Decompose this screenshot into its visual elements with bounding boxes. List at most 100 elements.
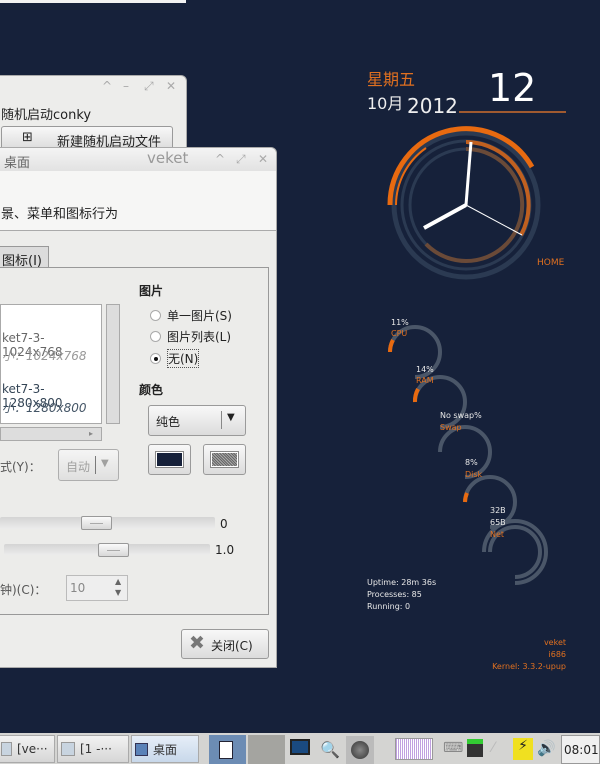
close-icon[interactable]: ✕ (166, 79, 176, 93)
color-mode-select[interactable]: 纯色 ▼ (148, 405, 246, 436)
radio-label: 无(N) (167, 349, 200, 368)
kernel: Kernel: 3.3.2-upup (492, 662, 566, 671)
list-item-size: 小：1024x768 (2, 349, 87, 363)
ram-label: RAM (416, 376, 434, 385)
close-x-icon: ✖ (189, 632, 205, 654)
slider-1-value: 0 (220, 517, 228, 531)
net-up: 32B (490, 506, 506, 515)
swap-value: No swap% (440, 411, 482, 420)
scroll-right-icon[interactable]: ▸ (89, 429, 93, 438)
ram-value: 14% (416, 365, 434, 374)
interval-label: 钟)(C)： (0, 583, 47, 597)
radio-list[interactable]: 图片列表(L) (150, 328, 231, 345)
folder-icon (61, 742, 75, 756)
cpu-graph-icon[interactable] (395, 738, 433, 760)
interval-value: 10 (70, 581, 86, 595)
desktop-settings-window: 桌面 veket ^ ⤢ ✕ 景、菜单和图标行为 图标(I) ket7-3-10… (0, 147, 277, 668)
uptime: Uptime: 28m 36s (367, 578, 437, 587)
hour-hand (423, 203, 467, 230)
clock-rings (387, 126, 541, 280)
chevron-down-icon: ▼ (227, 412, 235, 423)
scroll-thumb[interactable] (108, 337, 118, 379)
primary-color-button[interactable] (148, 444, 191, 475)
close-icon[interactable]: ✕ (258, 152, 268, 166)
net-label: Net (490, 530, 505, 539)
home-label: HOME (537, 258, 565, 268)
radio-label: 单一图片(S) (167, 309, 232, 323)
shade-icon[interactable]: ^ (102, 79, 112, 93)
task-button[interactable]: [ve··· (0, 735, 55, 763)
radio-icon (150, 310, 161, 321)
slider-2-value: 1.0 (215, 543, 235, 557)
wallpaper-list[interactable]: ket7-3-1024x768 小：1024x768 ket7-3-1280x8… (0, 304, 102, 424)
tab-panel: ket7-3-1024x768 小：1024x768 ket7-3-1280x8… (0, 267, 269, 615)
network-icon[interactable]: ⁄ (492, 740, 494, 756)
minute-hand (464, 141, 473, 206)
task-label: [1 -··· (80, 742, 112, 756)
camera-icon[interactable] (346, 736, 374, 764)
year: 2012 (407, 94, 458, 118)
clock[interactable]: 08:01 (561, 735, 600, 764)
arc-minutes (424, 146, 525, 263)
power-icon[interactable]: ⚡ (513, 738, 533, 760)
picture-label: 图片 (139, 284, 164, 298)
slider-handle[interactable] (81, 516, 112, 530)
task-label: 桌面 (153, 742, 178, 757)
radio-icon (150, 331, 161, 342)
list-item-size: 小：1280x800 (2, 401, 87, 415)
memory-chip-icon[interactable] (467, 739, 483, 757)
interval-spinner[interactable]: 10 ▲ ▼ (66, 575, 128, 601)
month: 10月 (367, 94, 404, 113)
maximize-icon[interactable]: ⤢ (144, 79, 154, 94)
task-button-active[interactable]: 桌面 (131, 735, 199, 763)
disk-label: Disk (465, 470, 483, 479)
color-swatch (210, 451, 239, 468)
list-hscrollbar[interactable]: ▸ (0, 427, 102, 441)
close-button[interactable]: ✖ 关闭(C) (181, 629, 269, 659)
style-label: 式(Y)： (0, 460, 41, 474)
folder-icon (1, 742, 12, 756)
disk-meter (463, 492, 469, 503)
spin-arrows-icon[interactable]: ▲ ▼ (115, 576, 121, 598)
monitor-icon[interactable] (290, 739, 310, 755)
color-label: 颜色 (139, 383, 164, 397)
running: Running: 0 (367, 602, 411, 611)
style-select[interactable]: 自动 ▼ (58, 449, 119, 481)
slider-2[interactable] (4, 543, 210, 557)
list-vscrollbar[interactable] (106, 304, 120, 424)
tab-icons[interactable]: 图标(I) (0, 246, 49, 269)
shade-icon[interactable]: ^ (215, 152, 225, 166)
processes: Processes: 85 (367, 590, 422, 599)
task-label: [ve··· (17, 742, 48, 756)
header-text: 景、菜单和图标行为 (1, 207, 119, 222)
secondary-color-button[interactable] (203, 444, 246, 475)
cpu-label: CPU (391, 329, 408, 338)
close-button-label: 关闭(C) (211, 639, 253, 653)
disk-value: 8% (465, 458, 478, 467)
radio-single[interactable]: 单一图片(S) (150, 307, 232, 324)
radio-none[interactable]: 无(N) (150, 349, 200, 368)
chevron-down-icon: ▼ (101, 458, 109, 469)
window-title: 桌面 (4, 156, 31, 171)
swap-label: Swap (440, 423, 462, 432)
title-bar[interactable]: 桌面 veket ^ ⤢ ✕ (0, 148, 276, 171)
pager-desktop-1[interactable] (209, 735, 246, 764)
color-mode-value: 纯色 (156, 415, 181, 429)
volume-icon[interactable]: 🔊 (537, 739, 556, 757)
meter-rings (387, 325, 548, 585)
cpu-meter (387, 339, 395, 353)
window-icon (135, 742, 148, 756)
search-icon[interactable]: 🔍 (320, 740, 340, 759)
wm-name: veket (147, 149, 189, 167)
task-button[interactable]: [1 -··· (57, 735, 129, 763)
net-down: 65B (490, 518, 506, 527)
slider-handle[interactable] (98, 543, 129, 557)
minimize-icon[interactable]: – (123, 79, 129, 93)
slider-1[interactable] (0, 516, 215, 530)
arch: i686 (548, 650, 567, 659)
cpu-value: 11% (391, 318, 409, 327)
pager-desktop-2[interactable] (248, 735, 285, 764)
keyboard-icon[interactable]: ⌨ (443, 740, 463, 756)
maximize-icon[interactable]: ⤢ (236, 152, 246, 167)
radio-label: 图片列表(L) (167, 330, 232, 344)
